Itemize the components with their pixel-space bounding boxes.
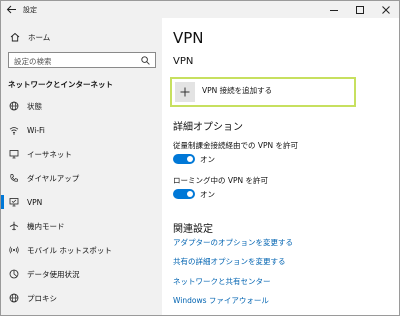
roaming-vpn-toggle-state: オン — [200, 190, 215, 199]
sidebar-item-airplane-mode[interactable]: 機内モード — [1, 214, 162, 238]
change-adapter-options-link[interactable]: アダプターのオプションを変更する — [173, 237, 293, 248]
data-usage-icon — [9, 269, 19, 279]
sidebar: ホーム 設定の検索 ネットワークとインターネット 状態 Wi-Fi イーサネット… — [1, 18, 162, 315]
add-vpn-connection-button[interactable]: VPN 接続を追加する — [170, 77, 356, 107]
sidebar-item-label: イーサネット — [27, 149, 72, 159]
wifi-icon — [9, 127, 19, 135]
sidebar-item-status[interactable]: 状態 — [1, 94, 162, 118]
title-bar: 設定 — [1, 1, 399, 18]
sidebar-nav: 状態 Wi-Fi イーサネット ダイヤルアップ VPN 機内モード モバイル ホ… — [1, 94, 162, 310]
minimize-icon — [330, 10, 338, 11]
maximize-button[interactable] — [347, 1, 373, 18]
sidebar-item-label: Wi-Fi — [27, 125, 45, 135]
sidebar-item-ethernet[interactable]: イーサネット — [1, 142, 162, 166]
sidebar-item-data-usage[interactable]: データ使用状況 — [1, 262, 162, 286]
roaming-vpn-toggle[interactable] — [173, 189, 195, 199]
ethernet-icon — [9, 150, 19, 159]
sidebar-item-label: モバイル ホットスポット — [27, 245, 112, 255]
sidebar-section-title: ネットワークとインターネット — [8, 80, 113, 89]
add-vpn-label: VPN 接続を追加する — [202, 86, 273, 95]
vpn-icon — [9, 198, 19, 207]
related-settings-title: 関連設定 — [173, 224, 213, 235]
sidebar-item-label: 機内モード — [27, 221, 65, 231]
window-controls — [321, 1, 399, 18]
maximize-icon — [356, 6, 364, 14]
sidebar-item-label: プロキシ — [27, 293, 57, 303]
airplane-icon — [9, 221, 19, 231]
close-icon — [382, 6, 390, 14]
plus-icon — [180, 87, 190, 97]
roaming-vpn-label: ローミング中の VPN を許可 — [173, 176, 269, 185]
main-content: VPN VPN VPN 接続を追加する 詳細オプション 従量制課金接続経由での … — [162, 18, 399, 315]
home-icon — [10, 32, 20, 42]
back-arrow-icon[interactable] — [6, 4, 17, 15]
windows-firewall-link[interactable]: Windows ファイアウォール — [173, 295, 269, 306]
network-sharing-center-link[interactable]: ネットワークと共有センター — [173, 276, 271, 287]
globe-icon — [9, 293, 19, 303]
minimize-button[interactable] — [321, 1, 347, 18]
sidebar-item-wifi[interactable]: Wi-Fi — [1, 118, 162, 142]
settings-window: 設定 ホーム 設定の検索 ネットワークとインターネット 状態 Wi-Fi イーサ… — [0, 0, 400, 316]
search-placeholder: 設定の検索 — [14, 57, 52, 66]
search-icon — [141, 56, 150, 65]
close-button[interactable] — [373, 1, 399, 18]
sidebar-item-dialup[interactable]: ダイヤルアップ — [1, 166, 162, 190]
sidebar-item-label: ダイヤルアップ — [27, 173, 80, 183]
home-nav-item[interactable]: ホーム — [10, 31, 50, 43]
vpn-section-title: VPN — [173, 56, 194, 67]
advanced-sharing-options-link[interactable]: 共有の詳細オプションを変更する — [173, 256, 286, 267]
sidebar-item-label: データ使用状況 — [27, 269, 80, 279]
metered-vpn-toggle[interactable] — [173, 154, 195, 164]
home-label: ホーム — [28, 32, 51, 42]
sidebar-item-mobile-hotspot[interactable]: モバイル ホットスポット — [1, 238, 162, 262]
hotspot-icon — [9, 246, 19, 254]
metered-vpn-toggle-state: オン — [200, 155, 215, 164]
add-icon-tile — [175, 82, 195, 102]
sidebar-item-vpn[interactable]: VPN — [1, 190, 162, 214]
sidebar-item-label: VPN — [27, 197, 43, 207]
sidebar-item-label: 状態 — [27, 101, 42, 111]
sidebar-item-proxy[interactable]: プロキシ — [1, 286, 162, 310]
phone-icon — [10, 174, 18, 182]
page-title: VPN — [173, 29, 204, 47]
metered-vpn-label: 従量制課金接続経由での VPN を許可 — [173, 141, 299, 150]
advanced-options-title: 詳細オプション — [173, 122, 243, 133]
globe-icon — [9, 101, 19, 111]
settings-search-input[interactable]: 設定の検索 — [8, 52, 156, 68]
window-title: 設定 — [23, 6, 37, 14]
